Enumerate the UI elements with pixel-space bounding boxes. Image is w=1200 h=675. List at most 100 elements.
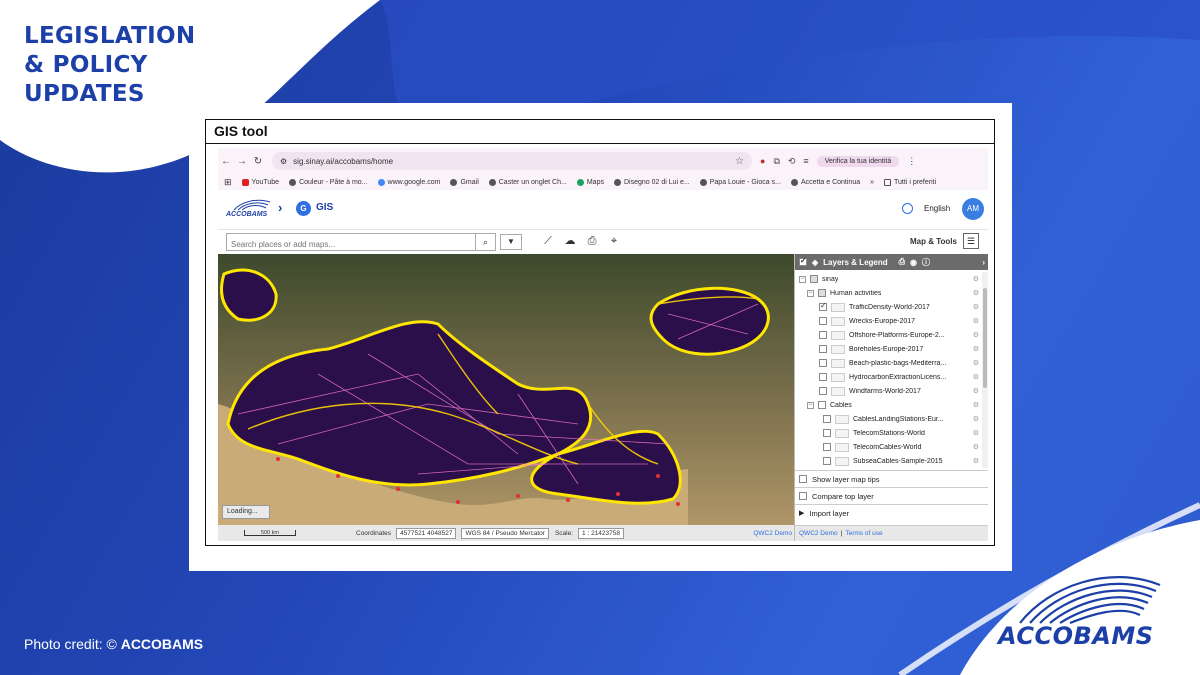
bookmark-item[interactable]: Disegno 02 di Lui e...: [613, 178, 690, 186]
puzzle-icon[interactable]: ⧉: [773, 156, 779, 167]
gear-icon[interactable]: ⚙: [973, 289, 979, 297]
layer-row[interactable]: Windfarms-World-2017 ⚙: [795, 384, 981, 398]
bookmark-star-icon[interactable]: ☆: [735, 156, 744, 167]
layer-row[interactable]: Boreholes-Europe-2017 ⚙: [795, 342, 981, 356]
draw-icon[interactable]: ☁: [562, 234, 578, 248]
all-bookmarks[interactable]: Tutti i preferiti: [884, 178, 936, 186]
bookmark-item[interactable]: www.google.com: [377, 178, 440, 186]
search-icon[interactable]: ⌕: [475, 234, 495, 250]
print-legend-icon[interactable]: ⎙: [899, 257, 905, 267]
gear-icon[interactable]: ⚙: [973, 359, 979, 367]
layer-checkbox[interactable]: [823, 429, 831, 437]
layer-checkbox[interactable]: [819, 345, 827, 353]
reading-list-icon[interactable]: ≡: [803, 156, 808, 166]
coordinates-field[interactable]: 4577521 4048527: [396, 527, 457, 539]
bookmark-item[interactable]: Couleur - Pâte à mo...: [289, 178, 368, 186]
collapse-icon[interactable]: −: [807, 289, 814, 297]
share-icon[interactable]: ⌖: [606, 234, 622, 248]
layer-checkbox[interactable]: [823, 443, 831, 451]
bookmark-item[interactable]: Caster un onglet Ch...: [488, 178, 567, 186]
gear-icon[interactable]: ⚙: [973, 345, 979, 353]
site-info-icon[interactable]: ⚙: [280, 157, 287, 166]
map-canvas[interactable]: Loading... 500 km Coordinates 4577521 40…: [218, 254, 794, 541]
gear-icon[interactable]: ⚙: [973, 401, 979, 409]
layer-row[interactable]: TelecomCables-World ⚙: [795, 440, 981, 454]
layer-group-row[interactable]: − Human activities ⚙: [795, 286, 981, 300]
url-bar[interactable]: ⚙ sig.sinay.ai/accobams/home ☆: [272, 152, 752, 170]
qwc-demo-footer-link[interactable]: QWC2 Demo: [799, 530, 838, 537]
browser-menu-icon[interactable]: ⋮: [907, 156, 916, 167]
gear-icon[interactable]: ⚙: [973, 443, 979, 451]
gear-icon[interactable]: ⚙: [973, 317, 979, 325]
layer-row[interactable]: TelecomStations-World ⚙: [795, 426, 981, 440]
layer-checkbox[interactable]: [823, 415, 831, 423]
globe-icon[interactable]: [902, 203, 913, 214]
filter-icon[interactable]: ▼: [500, 234, 522, 250]
layer-row[interactable]: HydrocarbonExtractionLicens... ⚙: [795, 370, 981, 384]
gear-icon[interactable]: ⚙: [973, 373, 979, 381]
layer-row[interactable]: CablesLandingStations-Eur... ⚙: [795, 412, 981, 426]
toggle-all-checkbox[interactable]: [799, 256, 807, 266]
bookmarks-overflow[interactable]: »: [870, 179, 874, 186]
bookmark-item[interactable]: Accetta e Continua: [790, 178, 860, 186]
layer-checkbox[interactable]: [810, 275, 818, 283]
qwc-demo-link[interactable]: QWC2 Demo: [753, 530, 792, 537]
collapse-icon[interactable]: −: [799, 275, 806, 283]
show-tips-option[interactable]: Show layer map tips: [795, 470, 988, 487]
gear-icon[interactable]: ⚙: [973, 331, 979, 339]
terms-of-use-link[interactable]: Terms of use: [845, 530, 882, 537]
bookmark-item[interactable]: Maps: [576, 178, 604, 186]
layer-row[interactable]: SubseaCables-Sample-2015 ⚙: [795, 454, 981, 468]
gear-icon[interactable]: ⚙: [973, 415, 979, 423]
layer-row[interactable]: TrafficDensity-World-2017 ⚙: [795, 300, 981, 314]
crs-select[interactable]: WGS 84 / Pseudo Mercator: [461, 527, 549, 539]
gear-icon[interactable]: ⚙: [973, 275, 979, 283]
forward-icon[interactable]: →: [234, 156, 250, 167]
history-icon[interactable]: ⟲: [788, 156, 796, 167]
measure-icon[interactable]: ⟋: [540, 234, 556, 248]
layer-checkbox[interactable]: [819, 317, 827, 325]
visibility-icon[interactable]: ◉: [910, 258, 917, 267]
gear-icon[interactable]: ⚙: [973, 387, 979, 395]
search-input[interactable]: [227, 236, 467, 253]
collapse-icon[interactable]: −: [807, 401, 814, 409]
gear-icon[interactable]: ⚙: [973, 429, 979, 437]
layer-row[interactable]: Offshore-Platforms-Europe-2... ⚙: [795, 328, 981, 342]
layer-label: SubseaCables-Sample-2015: [853, 457, 943, 465]
layer-group-row[interactable]: − sinay ⚙: [795, 272, 981, 286]
gear-icon[interactable]: ⚙: [973, 457, 979, 465]
layer-checkbox[interactable]: [819, 387, 827, 395]
bookmark-item[interactable]: Gmail: [450, 178, 479, 186]
bookmark-item[interactable]: YouTube: [241, 178, 279, 186]
reload-icon[interactable]: ↻: [250, 156, 266, 167]
avatar[interactable]: AM: [962, 198, 984, 220]
layer-checkbox[interactable]: [823, 457, 831, 465]
layer-row[interactable]: Beach-plastic-bags-Mediterra... ⚙: [795, 356, 981, 370]
import-layer-option[interactable]: ▶ Import layer: [795, 504, 988, 521]
compare-top-checkbox[interactable]: [799, 492, 807, 500]
layer-checkbox[interactable]: [818, 289, 826, 297]
layer-checkbox[interactable]: [818, 401, 826, 409]
apps-grid-icon[interactable]: ⊞: [224, 177, 232, 188]
menu-icon[interactable]: ☰: [963, 233, 979, 249]
info-icon[interactable]: ⓘ: [922, 257, 930, 268]
back-icon[interactable]: ←: [218, 156, 234, 167]
collapse-panel-icon[interactable]: ›: [982, 258, 985, 267]
compare-top-option[interactable]: Compare top layer: [795, 487, 988, 504]
gear-icon[interactable]: ⚙: [973, 303, 979, 311]
language-selector[interactable]: English: [924, 204, 950, 213]
layer-checkbox[interactable]: [819, 301, 827, 311]
app-logo[interactable]: ACCOBAMS: [226, 196, 272, 222]
layer-checkbox[interactable]: [819, 359, 827, 367]
show-tips-checkbox[interactable]: [799, 475, 807, 483]
bookmark-item[interactable]: Papa Louie - Gioca s...: [699, 178, 781, 186]
layer-group-row[interactable]: − Cables ⚙: [795, 398, 981, 412]
extension-icon[interactable]: ●: [760, 156, 765, 166]
layers-scrollbar[interactable]: [982, 272, 988, 468]
layer-checkbox[interactable]: [819, 331, 827, 339]
scale-select[interactable]: 1 : 21423758: [578, 527, 624, 539]
print-icon[interactable]: ⎙: [584, 234, 600, 248]
layer-checkbox[interactable]: [819, 373, 827, 381]
identity-button[interactable]: Verifica la tua identità: [816, 155, 900, 167]
layer-row[interactable]: Wrecks-Europe-2017 ⚙: [795, 314, 981, 328]
